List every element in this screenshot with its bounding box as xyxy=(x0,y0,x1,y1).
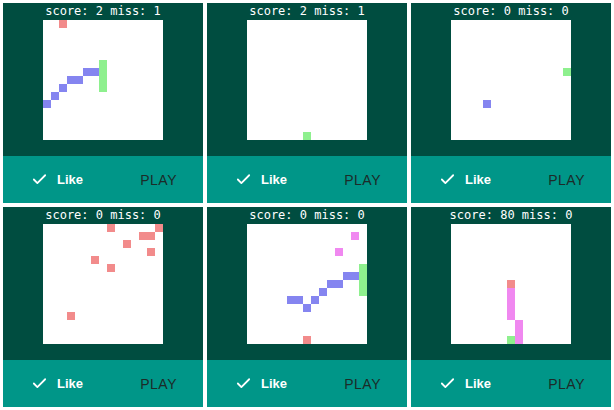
game-cell xyxy=(515,320,523,328)
game-cell xyxy=(139,232,147,240)
game-cell xyxy=(359,280,367,288)
card-actions: Like PLAY xyxy=(3,360,203,407)
game-cell xyxy=(147,232,155,240)
game-cell xyxy=(99,76,107,84)
game-cell xyxy=(319,288,327,296)
game-cell xyxy=(123,240,131,248)
like-label: Like xyxy=(465,172,491,187)
like-label: Like xyxy=(57,376,83,391)
game-cell xyxy=(91,68,99,76)
game-cell xyxy=(59,84,67,92)
game-card: score: 0 miss: 0 Like PLAY xyxy=(207,207,407,407)
game-cell xyxy=(295,296,303,304)
game-cell xyxy=(303,336,311,344)
game-cell xyxy=(359,288,367,296)
game-cell xyxy=(359,264,367,272)
game-cell xyxy=(311,296,319,304)
game-cell xyxy=(99,60,107,68)
game-cell xyxy=(99,84,107,92)
like-button[interactable]: Like xyxy=(235,171,287,188)
play-button[interactable]: PLAY xyxy=(344,172,381,188)
like-label: Like xyxy=(465,376,491,391)
game-cell xyxy=(303,132,311,140)
score-label: score: 0 miss: 0 xyxy=(45,207,161,224)
score-label: score: 0 miss: 0 xyxy=(453,3,569,20)
game-card: score: 80 miss: 0 Like PLAY xyxy=(411,207,611,407)
game-canvas xyxy=(247,224,367,344)
card-actions: Like PLAY xyxy=(411,360,611,407)
game-cell xyxy=(67,76,75,84)
game-cell xyxy=(43,100,51,108)
check-icon xyxy=(31,171,48,188)
game-cell xyxy=(507,312,515,320)
game-cell xyxy=(91,256,99,264)
like-button[interactable]: Like xyxy=(235,375,287,392)
game-cell xyxy=(155,224,163,232)
game-cell xyxy=(483,100,491,108)
game-cell xyxy=(51,92,59,100)
game-card: score: 0 miss: 0 Like PLAY xyxy=(3,207,203,407)
like-label: Like xyxy=(261,376,287,391)
play-button[interactable]: PLAY xyxy=(140,376,177,392)
game-cell xyxy=(59,20,67,28)
like-button[interactable]: Like xyxy=(439,375,491,392)
game-card: score: 0 miss: 0 Like PLAY xyxy=(411,3,611,203)
game-canvas xyxy=(451,20,571,140)
game-cell xyxy=(147,248,155,256)
game-cell xyxy=(507,288,515,296)
game-grid: score: 2 miss: 1LikePLAYscore: 2 miss: 1… xyxy=(0,0,614,410)
game-cell xyxy=(507,280,515,288)
game-canvas xyxy=(451,224,571,344)
check-icon xyxy=(439,375,456,392)
game-card: score: 2 miss: 1 Like PLAY xyxy=(207,3,407,203)
game-cell xyxy=(99,68,107,76)
like-label: Like xyxy=(261,172,287,187)
game-cell xyxy=(335,280,343,288)
card-actions: Like PLAY xyxy=(411,156,611,203)
game-cell xyxy=(75,76,83,84)
game-cell xyxy=(335,248,343,256)
game-cell xyxy=(303,304,311,312)
game-cell xyxy=(67,312,75,320)
game-cell xyxy=(351,232,359,240)
game-cell xyxy=(83,68,91,76)
check-icon xyxy=(31,375,48,392)
game-cell xyxy=(107,224,115,232)
score-label: score: 2 miss: 1 xyxy=(45,3,161,20)
game-cell xyxy=(515,328,523,336)
like-label: Like xyxy=(57,172,83,187)
game-cell xyxy=(327,280,335,288)
card-actions: Like PLAY xyxy=(3,156,203,203)
game-cell xyxy=(359,272,367,280)
play-button[interactable]: PLAY xyxy=(548,172,585,188)
score-label: score: 0 miss: 0 xyxy=(249,207,365,224)
like-button[interactable]: Like xyxy=(31,375,83,392)
play-button[interactable]: PLAY xyxy=(548,376,585,392)
like-button[interactable]: Like xyxy=(439,171,491,188)
check-icon xyxy=(439,171,456,188)
card-actions: Like PLAY xyxy=(207,360,407,407)
game-card: score: 2 miss: 1 Like PLAY xyxy=(3,3,203,203)
game-cell xyxy=(515,336,523,344)
score-label: score: 2 miss: 1 xyxy=(249,3,365,20)
play-button[interactable]: PLAY xyxy=(140,172,177,188)
game-cell xyxy=(507,336,515,344)
game-canvas xyxy=(43,20,163,140)
score-label: score: 80 miss: 0 xyxy=(450,207,573,224)
like-button[interactable]: Like xyxy=(31,171,83,188)
game-cell xyxy=(287,296,295,304)
check-icon xyxy=(235,375,252,392)
check-icon xyxy=(235,171,252,188)
game-canvas xyxy=(247,20,367,140)
game-cell xyxy=(343,272,351,280)
game-cell xyxy=(507,304,515,312)
card-actions: Like PLAY xyxy=(207,156,407,203)
game-cell xyxy=(507,296,515,304)
game-cell xyxy=(107,264,115,272)
game-canvas xyxy=(43,224,163,344)
game-cell xyxy=(351,272,359,280)
play-button[interactable]: PLAY xyxy=(344,376,381,392)
game-cell xyxy=(563,68,571,76)
